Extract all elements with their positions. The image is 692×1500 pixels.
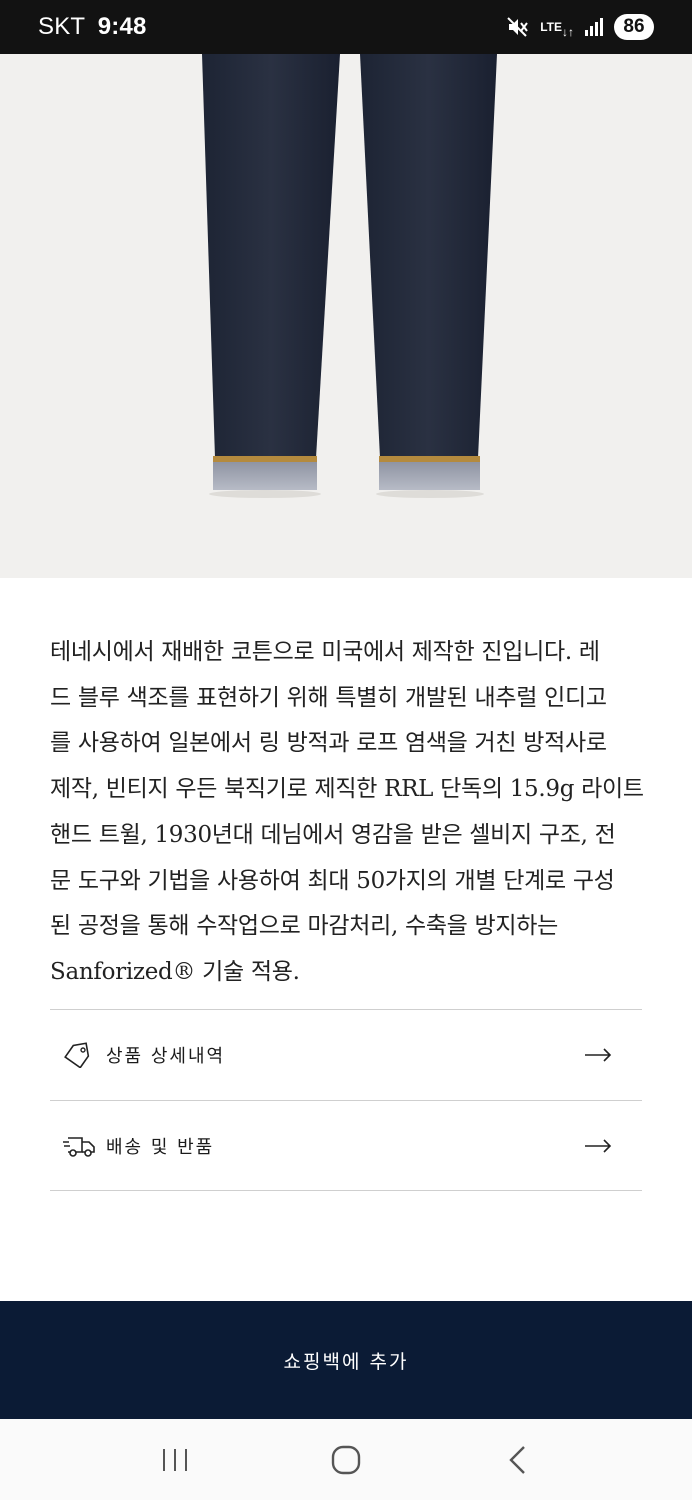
description-line: 테네시에서 재배한 코튼으로 미국에서 제작한 진입니다. 레	[50, 639, 600, 665]
home-icon[interactable]	[316, 1435, 376, 1485]
arrow-right-icon	[584, 1048, 612, 1062]
signal-icon	[584, 18, 604, 36]
description-line: 를 사용하여 일본에서 링 방적과 로프 염색을 거친 방적사로	[50, 730, 607, 757]
status-bar: SKT 9:48 LTE ↓↑ 86	[0, 0, 692, 54]
recent-apps-icon[interactable]	[145, 1435, 205, 1485]
description-line: 제작, 빈티지 우든 북직기로 제직한 RRL 단독의 15.9g 라이트	[50, 776, 644, 803]
description-line: 핸드 트윌, 1930년대 데님에서 영감을 받은 셀비지 구조, 전	[50, 821, 616, 848]
lte-icon: LTE ↓↑	[540, 19, 574, 39]
shipping-returns-row[interactable]: 배송 및 반품	[50, 1100, 642, 1191]
jeans-product-image	[0, 54, 692, 578]
mute-icon	[506, 16, 530, 38]
carrier-label: SKT	[38, 13, 85, 40]
description-line: 드 블루 색조를 표현하기 위해 특별히 개발된 내추럴 인디고	[50, 684, 607, 711]
shipping-returns-label: 배송 및 반품	[106, 1136, 215, 1158]
delivery-truck-icon	[62, 1134, 102, 1158]
product-details-label: 상품 상세내역	[106, 1046, 226, 1067]
status-left: SKT 9:48	[38, 13, 147, 41]
tag-icon	[62, 1042, 102, 1068]
back-icon[interactable]	[487, 1435, 547, 1485]
product-details-row[interactable]: 상품 상세내역	[50, 1009, 642, 1100]
arrow-right-icon	[584, 1138, 612, 1153]
system-nav-bar	[0, 1419, 692, 1500]
description-line: 문 도구와 기법을 사용하여 최대 50가지의 개별 단계로 구성	[50, 867, 615, 894]
description-line: Sanforized® 기술 적용.	[50, 958, 300, 985]
product-description: 테네시에서 재배한 코튼으로 미국에서 제작한 진입니다. 레 드 블루 색조를…	[50, 630, 650, 996]
clock: 9:48	[97, 13, 147, 40]
battery-icon: 86	[614, 14, 654, 40]
status-right: LTE ↓↑ 86	[506, 14, 654, 40]
add-to-bag-button[interactable]: 쇼핑백에 추가	[0, 1301, 692, 1419]
description-line: 된 공정을 통해 수작업으로 마감처리, 수축을 방지하는	[50, 913, 558, 940]
